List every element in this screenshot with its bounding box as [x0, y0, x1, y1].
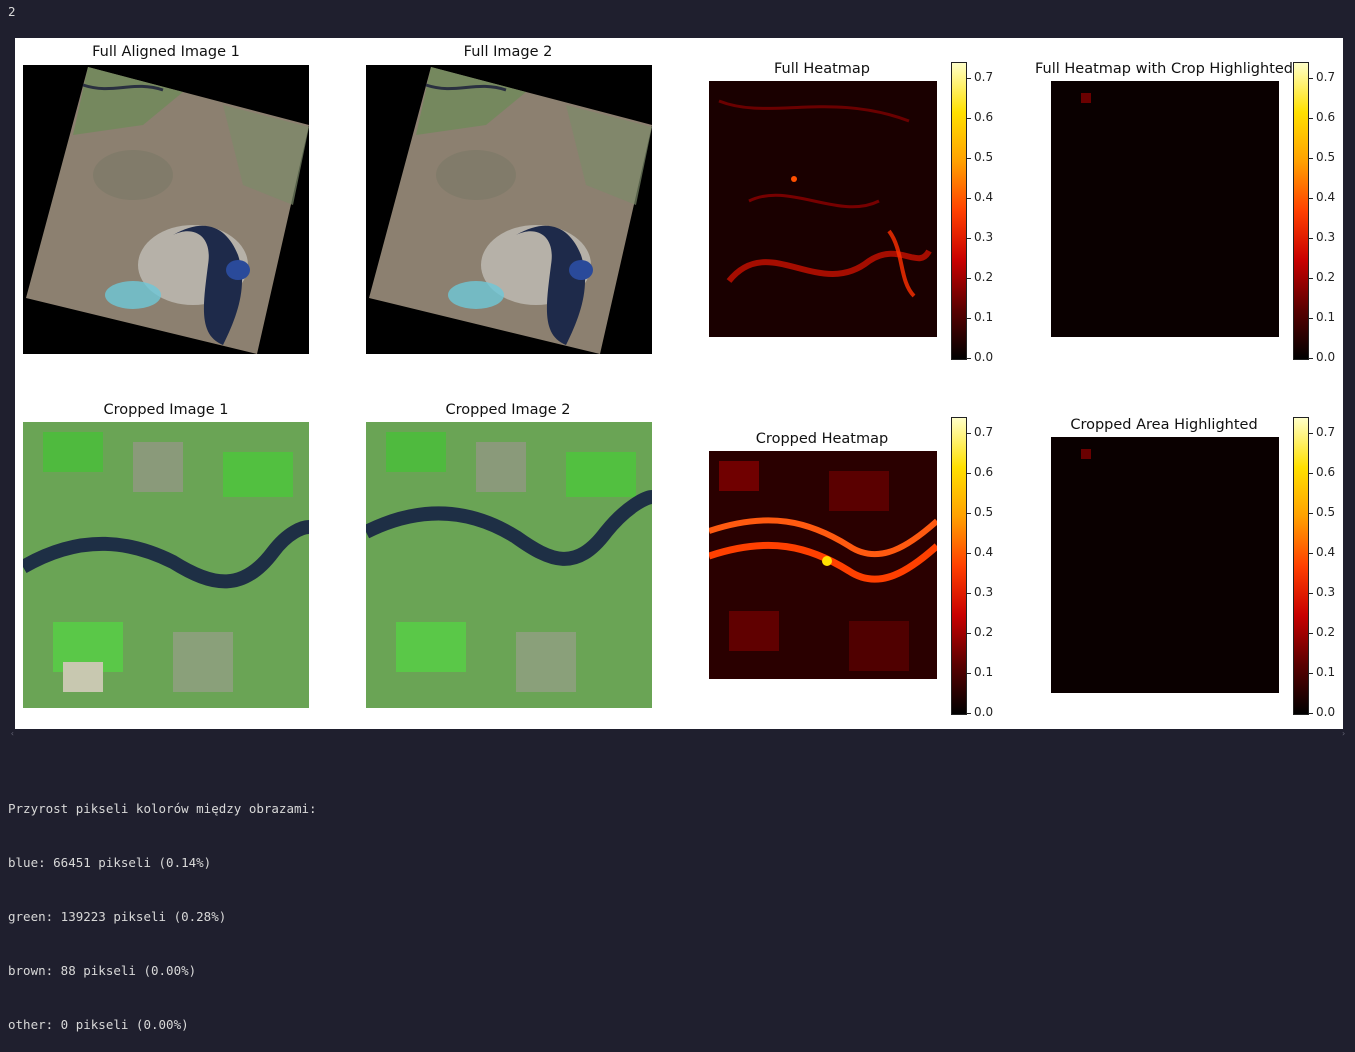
colorbar-tick-label: 0.0: [1316, 705, 1336, 719]
summary-line-blue: blue: 66451 pikseli (0.14%): [8, 855, 212, 870]
colorbar-tick-label: 0.2: [974, 270, 994, 284]
colorbar-tick-mark: [1309, 633, 1313, 634]
colorbar-tick-label: 0.0: [974, 350, 994, 364]
colorbar-tick-label: 0.4: [974, 190, 994, 204]
colorbar-tick-label: 0.5: [1316, 150, 1336, 164]
colorbar-tick-label: 0.5: [1316, 505, 1336, 519]
summary-line-brown: brown: 88 pikseli (0.00%): [8, 963, 197, 978]
scroll-right-arrow[interactable]: ›: [1341, 729, 1346, 738]
horizontal-scrollbar[interactable]: ‹ ›: [8, 729, 1348, 742]
colorbar-tick-label: 0.1: [1316, 665, 1336, 679]
title-cropped-2: Cropped Image 2: [445, 402, 571, 418]
title-cropped-heatmap: Cropped Heatmap: [755, 431, 889, 447]
colorbar-tick-mark: [967, 513, 971, 514]
full-heatmap-crop-highlighted: [1051, 81, 1279, 337]
colorbar-tick-mark: [1309, 78, 1313, 79]
colorbar-tick-mark: [967, 78, 971, 79]
full-image-2: [366, 65, 652, 354]
colorbar-tick-mark: [1309, 318, 1313, 319]
colorbar-tick-label: 0.3: [1316, 585, 1336, 599]
colorbar-tick-mark: [1309, 713, 1313, 714]
title-full-aligned-1: Full Aligned Image 1: [92, 44, 240, 60]
colorbar-tick-label: 0.3: [974, 230, 994, 244]
colorbar-full-heatmap-crop: [1293, 62, 1309, 360]
colorbar-tick-label: 0.5: [974, 150, 994, 164]
colorbar-tick-mark: [967, 238, 971, 239]
colorbar-cropped-area: [1293, 417, 1309, 715]
colorbar-tick-mark: [967, 158, 971, 159]
colorbar-tick-label: 0.1: [1316, 310, 1336, 324]
crop-highlight-marker: [1081, 93, 1091, 103]
output-top-line: 2: [8, 4, 16, 19]
colorbar-tick-mark: [967, 553, 971, 554]
summary-line-other: other: 0 pikseli (0.00%): [8, 1017, 189, 1032]
cropped-area-highlighted: [1051, 437, 1279, 693]
colorbar-tick-mark: [1309, 673, 1313, 674]
colorbar-tick-label: 0.3: [1316, 230, 1336, 244]
colorbar-tick-label: 0.7: [1316, 70, 1336, 84]
title-full-heatmap-crop: Full Heatmap with Crop Highlighted: [1034, 61, 1294, 77]
colorbar-tick-label: 0.6: [1316, 110, 1336, 124]
colorbar-tick-label: 0.2: [1316, 270, 1336, 284]
colorbar-tick-label: 0.7: [974, 425, 994, 439]
colorbar-tick-label: 0.0: [1316, 350, 1336, 364]
colorbar-tick-mark: [967, 633, 971, 634]
colorbar-tick-mark: [1309, 238, 1313, 239]
summary-header: Przyrost pikseli kolorów między obrazami…: [8, 801, 317, 816]
colorbar-tick-mark: [1309, 473, 1313, 474]
summary-line-green: green: 139223 pikseli (0.28%): [8, 909, 227, 924]
colorbar-tick-mark: [1309, 358, 1313, 359]
colorbar-tick-mark: [967, 118, 971, 119]
cropped-image-1: [23, 422, 309, 708]
colorbar-full-heatmap: [951, 62, 967, 360]
colorbar-tick-mark: [1309, 593, 1313, 594]
colorbar-tick-label: 0.0: [974, 705, 994, 719]
colorbar-tick-mark: [1309, 118, 1313, 119]
colorbar-tick-mark: [967, 713, 971, 714]
title-cropped-1: Cropped Image 1: [103, 402, 229, 418]
colorbar-tick-mark: [1309, 433, 1313, 434]
colorbar-tick-mark: [967, 433, 971, 434]
scroll-left-arrow[interactable]: ‹: [10, 729, 15, 738]
title-full-heatmap: Full Heatmap: [773, 61, 871, 77]
colorbar-tick-label: 0.3: [974, 585, 994, 599]
matplotlib-figure: Full Aligned Image 1 Full Image 2 Full H…: [15, 38, 1343, 729]
colorbar-tick-mark: [1309, 513, 1313, 514]
title-full-image-2: Full Image 2: [463, 44, 553, 60]
colorbar-tick-mark: [967, 473, 971, 474]
colorbar-tick-label: 0.6: [974, 465, 994, 479]
colorbar-tick-label: 0.2: [974, 625, 994, 639]
colorbar-tick-label: 0.1: [974, 665, 994, 679]
output-summary: Przyrost pikseli kolorów między obrazami…: [8, 764, 317, 1052]
colorbar-tick-mark: [967, 358, 971, 359]
crop-area-marker: [1081, 449, 1091, 459]
colorbar-tick-label: 0.4: [1316, 190, 1336, 204]
colorbar-tick-label: 0.1: [974, 310, 994, 324]
colorbar-tick-mark: [967, 278, 971, 279]
colorbar-tick-label: 0.2: [1316, 625, 1336, 639]
colorbar-tick-mark: [967, 318, 971, 319]
cropped-heatmap: [709, 451, 937, 679]
colorbar-tick-label: 0.7: [1316, 425, 1336, 439]
colorbar-cropped-heatmap: [951, 417, 967, 715]
colorbar-tick-mark: [1309, 198, 1313, 199]
colorbar-tick-label: 0.5: [974, 505, 994, 519]
colorbar-tick-label: 0.6: [974, 110, 994, 124]
colorbar-tick-mark: [1309, 278, 1313, 279]
colorbar-tick-mark: [967, 673, 971, 674]
colorbar-tick-label: 0.4: [974, 545, 994, 559]
colorbar-tick-label: 0.6: [1316, 465, 1336, 479]
full-aligned-image-1: [23, 65, 309, 354]
colorbar-tick-label: 0.4: [1316, 545, 1336, 559]
colorbar-tick-label: 0.7: [974, 70, 994, 84]
colorbar-tick-mark: [1309, 553, 1313, 554]
colorbar-tick-mark: [1309, 158, 1313, 159]
full-heatmap: [709, 81, 937, 337]
colorbar-tick-mark: [967, 593, 971, 594]
colorbar-tick-mark: [967, 198, 971, 199]
cropped-image-2: [366, 422, 652, 708]
title-cropped-area: Cropped Area Highlighted: [1070, 417, 1258, 433]
